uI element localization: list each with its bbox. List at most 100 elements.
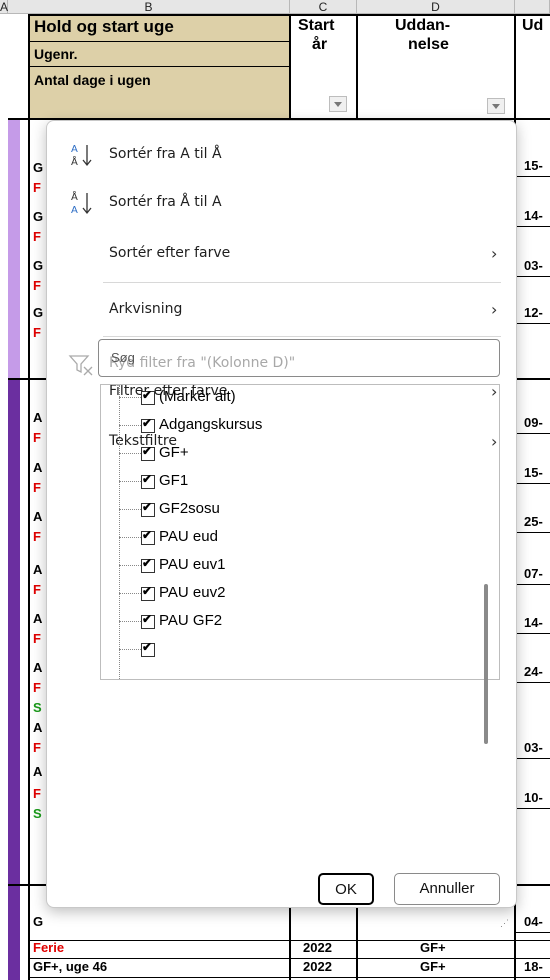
- sort-ascending-icon: A Å: [71, 144, 92, 168]
- right-cell: 09-: [524, 415, 543, 430]
- left-cell: A: [33, 764, 43, 779]
- checkbox-checked-icon[interactable]: [141, 444, 155, 461]
- filter-value-item[interactable]: GF1: [101, 469, 481, 495]
- checkbox-checked-icon[interactable]: [141, 388, 155, 405]
- left-cell: A: [33, 509, 43, 524]
- header-days-label: Antal dage i ugen: [34, 72, 151, 88]
- filter-value-item[interactable]: PAU euv1: [101, 553, 481, 579]
- column-header-a[interactable]: A: [0, 0, 8, 14]
- left-cell: S: [33, 700, 42, 715]
- left-cell: F: [33, 680, 41, 695]
- left-cell: F: [33, 180, 41, 195]
- left-cell: A: [33, 660, 43, 675]
- checkbox-checked-icon[interactable]: [141, 584, 155, 601]
- group-band-1: [8, 120, 20, 378]
- filter-value-select-all[interactable]: (Markér alt): [101, 385, 481, 411]
- left-cell: G: [33, 258, 44, 273]
- filter-value-item[interactable]: PAU euv2: [101, 581, 481, 607]
- left-cell: A: [33, 410, 43, 425]
- sort-by-color-item[interactable]: Sortér efter farve ›: [47, 233, 516, 277]
- ok-button[interactable]: OK: [318, 873, 374, 905]
- checkbox-checked-icon[interactable]: [141, 472, 155, 489]
- left-cell: F: [33, 325, 41, 340]
- checkbox-checked-icon[interactable]: [141, 640, 155, 657]
- chevron-right-icon: ›: [491, 244, 498, 263]
- filter-value-item[interactable]: PAU GF2: [101, 609, 481, 635]
- sort-a-to-z-item[interactable]: A Å Sortér fra A til Å: [47, 134, 516, 178]
- bottom-row-b: Ferie: [33, 940, 65, 955]
- column-header-b[interactable]: B: [8, 0, 290, 14]
- bottom-row-c: 2022: [303, 959, 332, 974]
- chevron-right-icon: ›: [491, 300, 498, 319]
- filter-value-item-partial: [101, 637, 481, 663]
- left-cell: A: [33, 611, 43, 626]
- right-cell: 24-: [524, 664, 543, 679]
- left-cell: F: [33, 480, 41, 495]
- filter-button-d[interactable]: [487, 98, 505, 114]
- svg-text:A: A: [71, 144, 78, 155]
- bottom-row-b: GF+, uge 46: [33, 959, 108, 974]
- sort-z-to-a-item[interactable]: Å A Sortér fra Å til A: [47, 182, 516, 226]
- left-cell: A: [33, 562, 43, 577]
- filter-search-input[interactable]: Søg: [98, 339, 500, 377]
- menu-separator: [103, 336, 501, 337]
- checkbox-checked-icon[interactable]: [141, 612, 155, 629]
- header-next-partial: Ud: [522, 17, 544, 34]
- filter-value-item[interactable]: GF2sosu: [101, 497, 481, 523]
- cancel-button[interactable]: Annuller: [394, 873, 500, 905]
- left-cell: F: [33, 631, 41, 646]
- sort-z-to-a-label: Sortér fra Å til A: [109, 194, 222, 210]
- list-scrollbar[interactable]: [484, 584, 488, 744]
- filter-value-item[interactable]: Adgangskursus: [101, 413, 481, 439]
- left-cell: G: [33, 914, 44, 929]
- sort-a-to-z-label: Sortér fra A til Å: [109, 146, 222, 162]
- svg-text:Å: Å: [71, 190, 78, 203]
- bottom-row-c: 2022: [303, 940, 332, 955]
- left-cell: F: [33, 582, 41, 597]
- header-education-line1: Uddan-: [395, 17, 451, 34]
- left-cell: G: [33, 305, 44, 320]
- column-header-e[interactable]: [515, 0, 550, 14]
- menu-separator: [103, 282, 501, 283]
- header-start-line2: år: [312, 36, 328, 53]
- header-education-line2: nelse: [408, 36, 449, 53]
- checkbox-checked-icon[interactable]: [141, 500, 155, 517]
- svg-text:Å: Å: [71, 155, 78, 168]
- right-cell: 10-: [524, 790, 543, 805]
- left-cell: S: [33, 806, 42, 821]
- sort-descending-icon: Å A: [71, 190, 92, 216]
- right-cell: 14-: [524, 615, 543, 630]
- sheet-view-label: Arkvisning: [109, 301, 183, 317]
- right-cell: 07-: [524, 566, 543, 581]
- checkbox-checked-icon[interactable]: [141, 416, 155, 433]
- header-title: Hold og start uge: [34, 17, 174, 36]
- column-header-d[interactable]: D: [357, 0, 515, 14]
- right-cell: 04-: [524, 914, 543, 929]
- left-cell: F: [33, 740, 41, 755]
- checkbox-checked-icon[interactable]: [141, 528, 155, 545]
- filter-button-c[interactable]: [329, 96, 347, 112]
- right-cell: 15-: [524, 158, 543, 173]
- right-cell: 03-: [524, 740, 543, 755]
- bottom-row-d: GF+: [420, 959, 446, 974]
- checkbox-checked-icon[interactable]: [141, 556, 155, 573]
- left-cell: A: [33, 720, 43, 735]
- left-cell: G: [33, 209, 44, 224]
- right-cell: 25-: [524, 514, 543, 529]
- search-placeholder: Søg: [111, 350, 135, 365]
- svg-text:A: A: [71, 205, 78, 216]
- filter-value-item[interactable]: PAU eud: [101, 525, 481, 551]
- filter-value-item[interactable]: GF+: [101, 441, 481, 467]
- left-cell: A: [33, 460, 43, 475]
- right-cell: 15-: [524, 465, 543, 480]
- filter-values-list[interactable]: (Markér alt) Adgangskursus GF+ GF1 GF2so…: [100, 384, 500, 680]
- left-cell: F: [33, 229, 41, 244]
- right-cell: 14-: [524, 208, 543, 223]
- bottom-row-e: 18-: [524, 959, 543, 974]
- left-cell: F: [33, 529, 41, 544]
- column-header-c[interactable]: C: [290, 0, 357, 14]
- right-cell: 12-: [524, 305, 543, 320]
- resize-grip-icon[interactable]: ⋰: [500, 918, 510, 929]
- sheet-view-item[interactable]: Arkvisning ›: [47, 289, 516, 333]
- right-cell: 03-: [524, 258, 543, 273]
